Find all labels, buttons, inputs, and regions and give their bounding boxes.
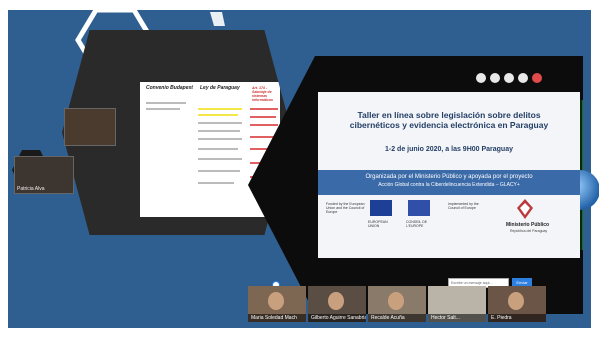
participant-name: E. Piedra [488, 314, 546, 322]
funded-text: Funded by the European Union and the Cou… [326, 202, 365, 214]
participant-video[interactable]: Maria Soledad Mach [248, 286, 306, 322]
doc-line [198, 182, 234, 184]
doc-line [198, 148, 238, 150]
slide-organizer-band: Organizada por el Ministerio Público y a… [318, 170, 580, 195]
doc-highlight [198, 114, 238, 116]
participant-face [268, 292, 284, 310]
doc-red-line [250, 124, 278, 126]
participant-name: Gilberto Aguirre Sanabria [308, 314, 366, 322]
band-line-2: Acción Global contra la Ciberdelincuenci… [378, 182, 520, 188]
ministerio-publico-name: Ministerio Público [506, 222, 550, 228]
ministerio-publico-subtitle: República del Paraguay [510, 229, 548, 233]
people-icon[interactable] [490, 73, 500, 83]
doc-red-line [250, 116, 276, 118]
slide-date: 1-2 de junio 2020, a las 9H00 Paraguay [384, 146, 513, 153]
chat-icon[interactable] [476, 73, 486, 83]
council-of-europe-icon [408, 200, 430, 216]
camera-icon[interactable] [518, 73, 528, 83]
sponsor-logos: Funded by the European Union and the Cou… [326, 199, 572, 240]
doc-red-line [250, 108, 278, 110]
participant-video[interactable]: E. Piedra [488, 286, 546, 322]
coe-caption: CONSEIL DE L'EUROPE [406, 220, 428, 228]
doc-red-line [250, 136, 274, 138]
doc-column-heading-2: Ley de Paraguay [200, 85, 240, 91]
participant-name: Patricia Alva [17, 186, 45, 192]
band-line-1: Organizada por el Ministerio Público y a… [365, 174, 533, 180]
leave-icon[interactable] [532, 73, 542, 83]
doc-highlight [198, 108, 242, 110]
participant-video[interactable]: Hector Salt... [428, 286, 486, 322]
doc-line [198, 122, 242, 124]
doc-line [146, 102, 186, 104]
doc-line [198, 170, 240, 172]
participant-face [388, 292, 404, 310]
doc-column-heading-3: Art. 174 - Sabotaje de sistemas informát… [252, 86, 274, 102]
participant-video[interactable]: Patricia Alva [14, 156, 74, 194]
eu-caption: EUROPEAN UNION [368, 220, 388, 228]
slide-title: Taller en línea sobre legislación sobre … [349, 110, 549, 130]
participant-name: Recalde Acuña [368, 314, 426, 322]
implemented-text: Implemented by the Council of Europe [448, 202, 479, 210]
doc-line [198, 130, 240, 132]
participant-face [328, 292, 344, 310]
mic-icon[interactable] [504, 73, 514, 83]
participant-video[interactable] [64, 108, 116, 146]
participant-name: Maria Soledad Mach [248, 314, 306, 322]
participant-video[interactable]: Recalde Acuña [368, 286, 426, 322]
participant-face [508, 292, 524, 310]
participant-strip: Maria Soledad Mach Gilberto Aguirre Sana… [248, 286, 548, 322]
doc-line [198, 138, 242, 140]
doc-column-heading-1: Convenio Budapest [146, 85, 193, 91]
participant-name: Hector Salt... [428, 314, 486, 322]
doc-line [198, 158, 242, 160]
eu-flag-icon [370, 200, 392, 216]
ministerio-publico-emblem-icon [517, 199, 533, 219]
participant-video[interactable]: Gilberto Aguirre Sanabria [308, 286, 366, 322]
presentation-slide: Taller en línea sobre legislación sobre … [318, 92, 580, 258]
doc-line [146, 108, 180, 110]
